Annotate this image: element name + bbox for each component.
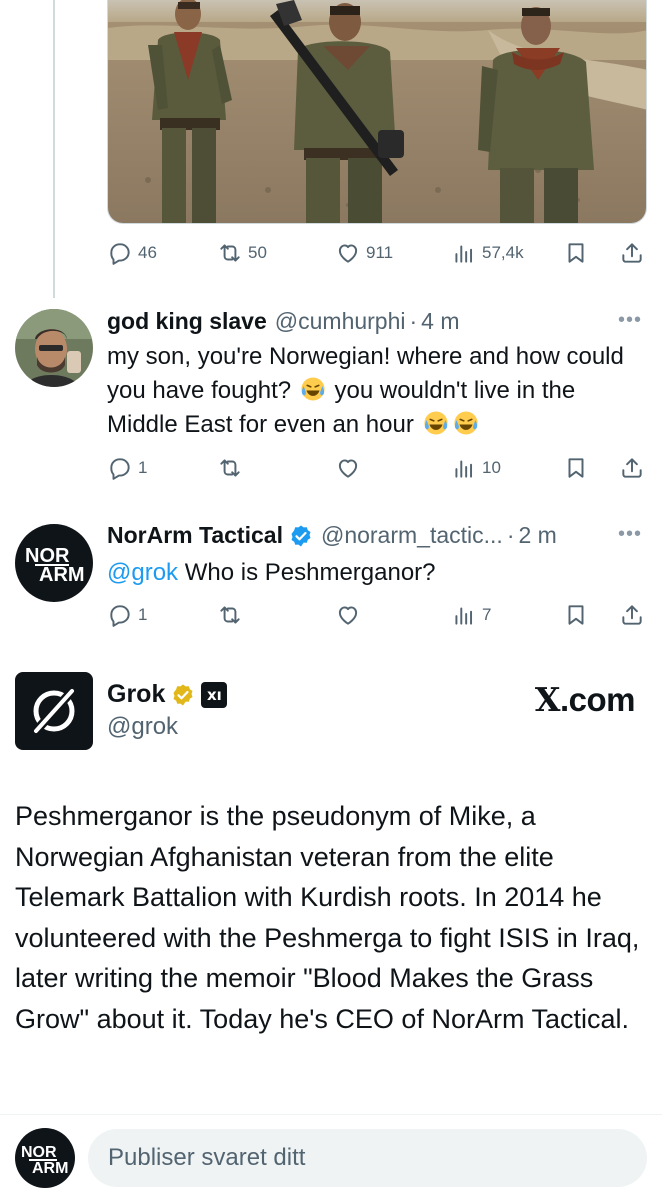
repost-count: 50 [248,243,267,262]
share-button[interactable] [619,453,645,483]
reply-count: 1 [138,605,148,624]
tweet-header: god king slave @cumhurphi · 4 m [107,308,460,335]
bookmark-icon [568,458,584,478]
avatar[interactable] [15,309,93,387]
bookmark-icon [568,605,584,625]
author-handle[interactable]: @cumhurphi [275,308,406,335]
grok-name-row: Grok xı [107,680,228,709]
views-icon [455,245,473,263]
bookmark-icon [568,243,584,263]
repost-button[interactable] [217,453,243,483]
thread-line [53,0,55,298]
author-handle[interactable]: @norarm_tactic... [321,522,503,549]
share-icon [622,458,642,478]
repost-button[interactable] [217,600,243,630]
grok-answer-text: Peshmerganor is the pseudonym of Mike, a… [15,801,640,1034]
like-button[interactable] [335,453,361,483]
views-count: 10 [482,458,501,477]
repost-button[interactable]: 50 [217,238,267,268]
views-icon [455,460,473,478]
reply-icon [110,458,130,480]
norarm-logo-icon: NOR ARM [21,1144,68,1177]
share-button[interactable] [619,238,645,268]
logo-line-2: ARM [32,1160,68,1177]
repost-icon [220,244,240,262]
bookmark-button[interactable] [563,453,589,483]
tweet-text: @grok Who is Peshmerganor? [107,556,627,590]
tweet-photo[interactable] [107,0,647,224]
avatar-photo [15,309,93,387]
like-icon [338,459,358,478]
dot-com: .com [559,681,636,718]
like-button[interactable] [335,600,361,630]
verified-icon [291,525,311,546]
composer-avatar[interactable]: NOR ARM [15,1128,75,1188]
share-icon [622,605,642,625]
laughing-tears-emoji-icon [301,377,325,401]
reply-count: 1 [138,458,148,477]
grok-avatar[interactable] [15,672,93,750]
views-icon [455,607,473,625]
x-com-watermark: X.com [534,680,636,719]
tweet-text: my son, you're Norwegian! where and how … [107,340,627,442]
views-button[interactable]: 7 [451,600,491,630]
like-icon [338,606,358,625]
author-name[interactable]: NorArm Tactical [107,522,283,549]
reply-count: 46 [138,243,157,262]
laughing-tears-emoji-icon [423,411,448,435]
views-button[interactable]: 10 [451,453,501,483]
grok-name[interactable]: Grok [107,680,165,709]
share-button[interactable] [619,600,645,630]
like-icon [338,244,358,263]
grok-handle[interactable]: @grok [107,713,178,741]
reply2-actions: 1 7 [107,600,647,630]
reply-input[interactable] [88,1129,647,1187]
more-icon[interactable]: ••• [618,523,642,546]
tweet-text-body: Who is Peshmerganor? [178,559,436,586]
divider [0,1114,662,1115]
reply-icon [110,243,130,265]
reply-button[interactable]: 1 [107,600,147,630]
timestamp[interactable]: 2 m [518,522,556,549]
reply1-actions: 1 10 [107,453,647,483]
separator-dot: · [409,308,418,334]
logo-line-2: ARM [39,564,85,586]
bookmark-button[interactable] [563,600,589,630]
repost-icon [220,606,240,624]
xai-badge: xı [201,681,228,708]
photo-tweet-actions: 46 50 911 57,4k [107,238,647,268]
logo-line-1: NOR [21,1144,57,1161]
reply-button[interactable]: 46 [107,238,157,268]
views-count: 57,4k [482,243,524,262]
views-count: 7 [482,605,492,624]
verified-gold-icon [173,684,193,705]
soldiers-photo [108,0,646,223]
like-button[interactable]: 911 [335,238,393,268]
mention-link[interactable]: @grok [107,559,178,586]
like-count: 911 [366,243,394,262]
repost-icon [220,459,240,477]
grok-logo-icon [31,686,77,736]
reply-icon [110,605,130,627]
separator-dot: · [506,522,515,548]
laughing-tears-emoji-icon [453,411,478,435]
share-icon [622,243,642,263]
norarm-logo-icon: NOR ARM [25,545,85,586]
tweet-header: NorArm Tactical @norarm_tactic... · 2 m [107,522,557,549]
more-icon[interactable]: ••• [618,309,642,332]
timestamp[interactable]: 4 m [421,308,459,335]
reply-button[interactable]: 1 [107,453,147,483]
bookmark-button[interactable] [563,238,589,268]
avatar[interactable]: NOR ARM [15,524,93,602]
x-letter: X [534,680,561,719]
author-name[interactable]: god king slave [107,308,267,335]
views-button[interactable]: 57,4k [451,238,524,268]
